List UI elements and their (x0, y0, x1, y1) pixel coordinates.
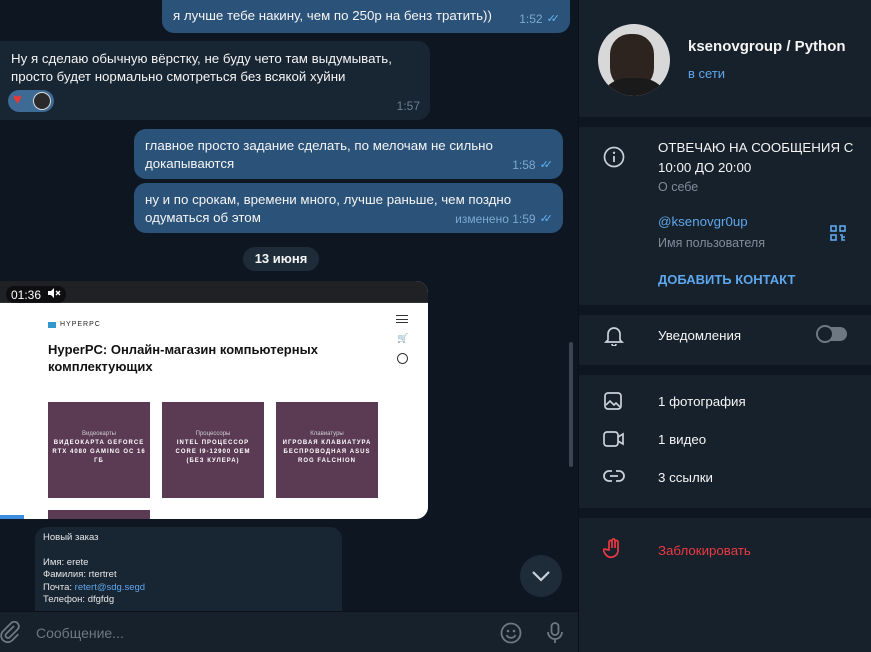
message-time: 1:52 (519, 12, 543, 26)
bell-icon (603, 324, 625, 351)
notifications-label: Уведомления (658, 328, 742, 343)
profile-name: ksenovgroup / Python (688, 38, 846, 55)
info-icon (603, 146, 625, 173)
user-icon (397, 353, 408, 364)
chevron-down-icon (532, 571, 550, 582)
site-logo: HYPERPC (48, 321, 101, 328)
section-separator (579, 508, 871, 518)
message-text: Ну я сделаю обычную вёрстку, не буду чет… (11, 51, 392, 84)
profile-avatar[interactable] (598, 24, 670, 96)
shared-videos-link[interactable]: 1 видео (658, 432, 706, 447)
section-separator (579, 117, 871, 127)
message-time: изменено 1:59 (455, 212, 536, 226)
reaction-badge[interactable]: ♥ (8, 90, 54, 112)
message-composer: Сообщение... (0, 611, 578, 652)
order-email-row: Почта: retert@sdg.segd (43, 581, 146, 593)
section-separator (579, 305, 871, 315)
profile-about-label: О себе (658, 180, 699, 194)
block-user-button[interactable]: Заблокировать (658, 543, 751, 558)
hamburger-icon (396, 315, 408, 323)
order-phone: Телефон: dfgfdg (43, 594, 115, 605)
order-name: Имя: erete (43, 556, 89, 568)
message-text: я лучше тебе накину, чем по 250р на бенз… (173, 8, 492, 23)
order-title: Новый заказ (43, 532, 99, 543)
reaction-avatar (33, 92, 51, 110)
muted-speaker-icon[interactable] (47, 287, 61, 302)
message-outgoing[interactable]: я лучше тебе накину, чем по 250р на бенз… (162, 0, 570, 33)
shared-links-link[interactable]: 3 ссылки (658, 470, 713, 485)
message-text: главное просто задание сделать, по мелоч… (145, 138, 493, 171)
video-icon (603, 430, 625, 453)
message-outgoing[interactable]: ну и по срокам, времени много, лучше ран… (134, 183, 563, 233)
video-message[interactable]: 01:36 HYPERPC 🛒 HyperPC: Онлайн-магазин … (0, 281, 428, 519)
qr-code-icon[interactable] (830, 225, 846, 246)
hand-block-icon (602, 538, 623, 565)
product-category: Клавиатуры (310, 431, 344, 437)
shared-photos-link[interactable]: 1 фотография (658, 394, 746, 409)
emoji-icon[interactable] (500, 622, 522, 649)
scroll-down-button[interactable] (520, 555, 562, 597)
message-meta: 1:57 (397, 97, 420, 115)
message-meta: изменено 1:59 ✓✓ (455, 210, 553, 228)
photo-icon (603, 391, 623, 416)
read-checks-icon: ✓✓ (546, 13, 561, 25)
paperclip-icon[interactable] (0, 620, 20, 648)
product-name: ВИДЕОКАРТА GEFORCE RTX 4080 GAMING OC 16… (52, 440, 146, 464)
message-outgoing[interactable]: главное просто задание сделать, по мелоч… (134, 129, 563, 179)
message-incoming[interactable]: Ну я сделаю обычную вёрстку, не буду чет… (0, 41, 430, 120)
product-name: INTEL ПРОЦЕССОР CORE I9-12900 OEM (БЕЗ К… (175, 440, 251, 464)
message-time: 1:57 (396, 99, 420, 113)
cart-icon: 🛒 (397, 333, 409, 343)
product-category: Процессоры (195, 431, 231, 437)
message-meta: 1:58 ✓✓ (512, 156, 553, 174)
video-duration-text: 01:36 (11, 287, 42, 302)
profile-username[interactable]: @ksenovgr0up (658, 214, 748, 229)
chat-area: я лучше тебе накину, чем по 250р на бенз… (0, 0, 578, 652)
heart-icon: ♥ (13, 91, 22, 108)
profile-panel: ksenovgroup / Python в сети ОТВЕЧАЮ НА С… (579, 0, 871, 652)
read-checks-icon: ✓✓ (539, 213, 554, 225)
video-progress-bar[interactable] (0, 515, 24, 519)
order-email-link[interactable]: retert@sdg.segd (75, 582, 145, 593)
product-name: ИГРОВАЯ КЛАВИАТУРА БЕСПРОВОДНАЯ ASUS ROG… (282, 440, 372, 464)
product-card: Клавиатуры ИГРОВАЯ КЛАВИАТУРА БЕСПРОВОДН… (276, 402, 378, 498)
site-page-title: HyperPC: Онлайн-магазин компьютерных ком… (48, 342, 318, 374)
microphone-icon[interactable] (546, 622, 564, 649)
section-separator (579, 365, 871, 375)
order-surname: Фамилия: rtertret (43, 569, 117, 580)
order-message[interactable]: Новый заказ Имя: erete Фамилия: rtertret… (35, 527, 342, 617)
product-card-partial (48, 510, 150, 519)
date-separator: 13 июня (243, 247, 319, 271)
profile-about: ОТВЕЧАЮ НА СООБЩЕНИЯ С 10:00 ДО 20:00 (658, 140, 854, 175)
chat-scrollbar[interactable] (569, 342, 573, 467)
add-contact-button[interactable]: ДОБАВИТЬ КОНТАКТ (658, 272, 795, 287)
message-time: 1:58 (512, 158, 536, 172)
message-meta: 1:52 ✓✓ (519, 10, 560, 28)
product-category: Видеокарты (82, 431, 116, 437)
video-duration[interactable]: 01:36 (6, 286, 67, 303)
product-card: Видеокарты ВИДЕОКАРТА GEFORCE RTX 4080 G… (48, 402, 150, 498)
profile-status: в сети (688, 66, 726, 81)
link-icon (603, 467, 625, 490)
product-card: Процессоры INTEL ПРОЦЕССОР CORE I9-12900… (162, 402, 264, 498)
notifications-toggle[interactable] (816, 325, 847, 343)
message-input[interactable]: Сообщение... (36, 625, 124, 641)
read-checks-icon: ✓✓ (539, 159, 554, 171)
profile-username-label: Имя пользователя (658, 236, 765, 250)
